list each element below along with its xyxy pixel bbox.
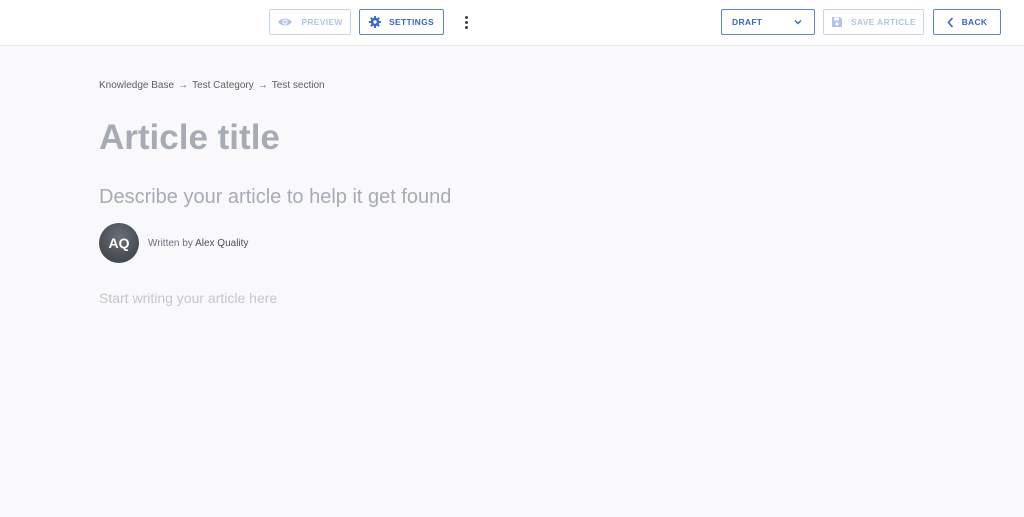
back-button-label: BACK — [961, 17, 988, 27]
author-name: Alex Quality — [195, 237, 249, 249]
back-button[interactable]: BACK — [933, 9, 1001, 35]
top-toolbar: PREVIEW SETTINGS DRAFT SAVE ARTICLE BACK — [0, 0, 1024, 46]
kebab-dot — [464, 25, 468, 29]
floppy-disk-icon — [832, 17, 842, 27]
breadcrumb-separator: → — [178, 80, 189, 91]
save-article-button-label: SAVE ARTICLE — [851, 17, 916, 27]
preview-button[interactable]: PREVIEW — [269, 9, 351, 35]
settings-button[interactable]: SETTINGS — [359, 9, 444, 35]
article-description-input[interactable]: Describe your article to help it get fou… — [99, 186, 451, 209]
status-dropdown[interactable]: DRAFT — [721, 9, 815, 35]
status-dropdown-label: DRAFT — [732, 17, 763, 27]
breadcrumb: Knowledge Base → Test Category → Test se… — [99, 80, 325, 91]
gear-icon — [369, 16, 382, 28]
settings-button-label: SETTINGS — [389, 17, 434, 27]
chevron-left-icon — [947, 16, 953, 28]
written-by-text: Written by Alex Quality — [148, 238, 248, 249]
article-title-input[interactable]: Article title — [99, 118, 280, 158]
article-body-editor[interactable]: Start writing your article here — [99, 290, 277, 306]
kebab-dot — [464, 15, 468, 19]
avatar: AQ — [99, 223, 139, 263]
preview-button-label: PREVIEW — [301, 17, 343, 27]
written-by-prefix: Written by — [148, 237, 193, 249]
eye-icon — [278, 18, 293, 26]
kebab-dot — [464, 20, 468, 24]
chevron-down-icon — [794, 20, 802, 25]
breadcrumb-separator: → — [257, 80, 268, 91]
author-row: AQ Written by Alex Quality — [99, 223, 248, 263]
more-options-icon[interactable] — [458, 12, 474, 32]
breadcrumb-item[interactable]: Test section — [272, 80, 325, 91]
breadcrumb-item[interactable]: Knowledge Base — [99, 80, 174, 91]
save-article-button[interactable]: SAVE ARTICLE — [823, 9, 924, 35]
breadcrumb-item[interactable]: Test Category — [192, 80, 254, 91]
